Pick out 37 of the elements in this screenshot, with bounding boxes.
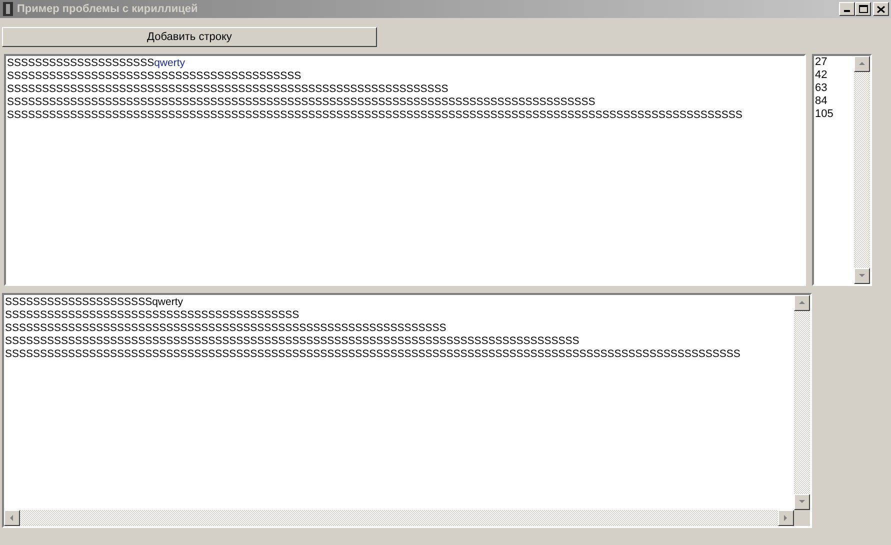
text-line: SSSSSSSSSSSSSSSSSSSSSSSSSSSSSSSSSSSSSSSSSSSSSSSSSSSSSSSSSSSSSSSSSSSSSSSSSSSSSSSSSSSS	[7, 96, 596, 109]
list-item[interactable]: 63	[815, 82, 854, 95]
text-editor[interactable]	[2, 293, 812, 528]
close-button[interactable]	[873, 2, 889, 16]
window-title: Пример проблемы с кириллицей	[17, 2, 198, 17]
text-line: SSSSSSSSSSSSSSSSSSSSSSSSSSSSSSSSSSSSSSSSSSSSSSSSSSSSSSSSSSSSSSSSSSSSSSSSSSSSSSSSSS	[5, 335, 580, 348]
scroll-down-button[interactable]	[794, 494, 810, 510]
minimize-icon	[844, 10, 850, 12]
maximize-icon	[858, 5, 868, 13]
scroll-right-button[interactable]	[778, 510, 794, 526]
app-icon	[2, 2, 14, 16]
text-line: SSSSSSSSSSSSSSSSSSSSSSSSSSSSSSSSSSSSSSSSSSSSSSSSSSSSSSSSSSSSSSS	[7, 83, 448, 96]
horizontal-scrollbar[interactable]	[4, 510, 794, 526]
list-item[interactable]: 42	[815, 69, 854, 82]
text-line: SSSSSSSSSSSSSSSSSSSSSSSSSSSSSSSSSSSSSSSSSSSSSSSSSSSSSSSSSSSSSSSSSSSSSSSSSSSSSSSSSSSSSSSSSSSSSSSSSSSSSSSSS	[7, 109, 742, 122]
scroll-up-button[interactable]	[854, 56, 870, 72]
text-editor[interactable]	[4, 54, 806, 286]
minimize-button[interactable]	[839, 2, 855, 16]
text-line: SSSSSSSSSSSSSSSSSSSSSSSSSSSSSSSSSSSSSSSSSSSSSSSSSSSSSSSSSSSSSSS	[5, 322, 446, 335]
maximize-button[interactable]	[855, 2, 871, 16]
text-line: SSSSSSSSSSSSSSSSSSSSSqwerty	[5, 296, 183, 309]
close-icon	[877, 6, 885, 12]
scroll-left-button[interactable]	[4, 510, 20, 526]
text-line: SSSSSSSSSSSSSSSSSSSSSSSSSSSSSSSSSSSSSSSSSS	[7, 70, 302, 83]
scroll-down-button[interactable]	[854, 268, 870, 284]
list-item[interactable]: 27	[815, 56, 854, 69]
text-line: SSSSSSSSSSSSSSSSSSSSSqwerty	[7, 57, 186, 70]
list-item[interactable]: 84	[815, 95, 854, 108]
add-line-button[interactable]: Добавить строку	[2, 27, 377, 47]
text-line: SSSSSSSSSSSSSSSSSSSSSSSSSSSSSSSSSSSSSSSSSS	[5, 309, 300, 322]
scrollbar-corner	[794, 510, 810, 526]
vertical-scrollbar[interactable]	[854, 56, 870, 284]
scroll-up-button[interactable]	[794, 295, 810, 311]
text-line: SSSSSSSSSSSSSSSSSSSSSSSSSSSSSSSSSSSSSSSSSSSSSSSSSSSSSSSSSSSSSSSSSSSSSSSSSSSSSSSSSSSSSSSSSSSSSSSSSSSSSSSSS	[5, 348, 740, 361]
length-list[interactable]: 27 42 63 84 105	[812, 54, 872, 286]
list-item[interactable]: 105	[815, 108, 854, 121]
vertical-scrollbar[interactable]	[794, 295, 810, 510]
